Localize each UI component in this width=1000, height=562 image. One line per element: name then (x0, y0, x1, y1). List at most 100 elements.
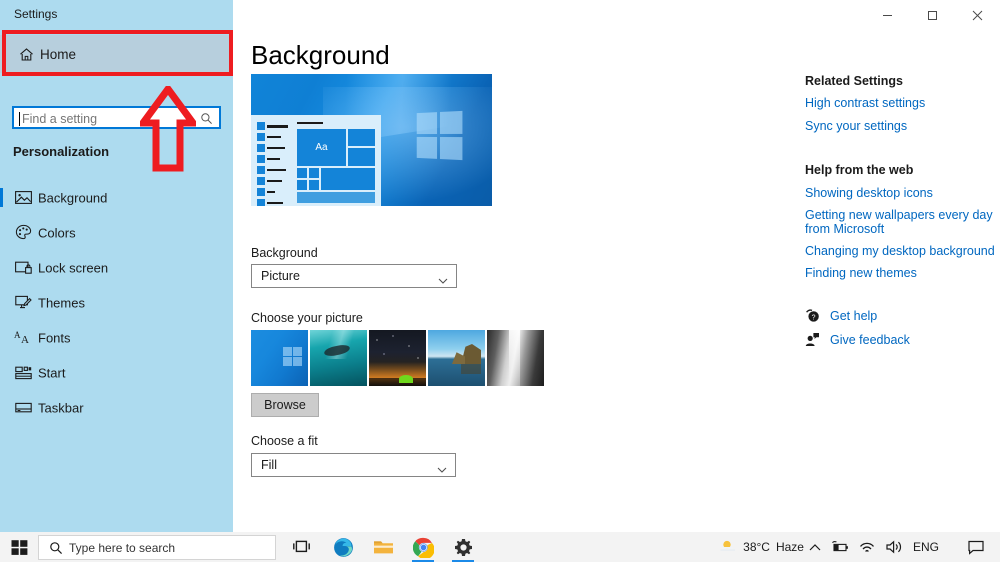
chevron-down-icon (437, 462, 447, 477)
background-preview: Aa (251, 74, 492, 206)
thumbnail-night-sky-wallpaper[interactable] (369, 330, 426, 386)
file-explorer-icon[interactable] (368, 532, 398, 562)
sidebar: Home Find a setting Personalization Back… (0, 30, 233, 532)
volume-icon[interactable] (881, 532, 908, 562)
choose-fit-label: Choose a fit (251, 434, 318, 448)
sidebar-item-background-label: Background (38, 190, 108, 205)
stars-decoration (369, 330, 426, 364)
language-indicator[interactable]: ENG (908, 532, 944, 562)
tent-shape (399, 375, 413, 383)
help-from-web-title: Help from the web (805, 163, 914, 177)
system-tray: 38°C Haze ENG (709, 532, 1000, 562)
search-caret (19, 112, 20, 126)
sidebar-section-title: Personalization (13, 144, 110, 159)
chevron-down-icon (438, 273, 448, 288)
start-icon (14, 364, 32, 382)
maximize-restore-button[interactable] (910, 0, 955, 30)
related-settings-panel: Related Settings High contrast settings … (805, 74, 995, 347)
palette-icon (14, 224, 32, 242)
windows-logo-icon (283, 347, 302, 366)
search-icon (49, 541, 63, 558)
sidebar-item-colors-label: Colors (38, 225, 76, 240)
main-content: Background Aa Background Picture Choose … (233, 30, 1000, 532)
preview-start-menu: Aa (251, 115, 381, 206)
picture-thumbnail-list (251, 330, 544, 386)
search-icon (200, 112, 213, 125)
sidebar-item-background[interactable]: Background (0, 180, 233, 215)
taskbar: Type here to search 38°C Haze ENG (0, 532, 1000, 562)
show-hidden-icons-button[interactable] (804, 532, 826, 562)
google-chrome-icon[interactable] (408, 532, 438, 562)
tray-weather-condition: Haze (775, 540, 804, 554)
svg-text:?: ? (812, 314, 816, 321)
start-button[interactable] (0, 532, 38, 562)
link-high-contrast-settings[interactable]: High contrast settings (805, 96, 995, 110)
minimize-button[interactable] (865, 0, 910, 30)
preview-tile-aa: Aa (297, 129, 346, 166)
sidebar-item-start[interactable]: Start (0, 355, 233, 390)
link-getting-new-wallpapers[interactable]: Getting new wallpapers every day from Mi… (805, 208, 995, 236)
sidebar-item-themes-label: Themes (38, 295, 85, 310)
search-placeholder: Find a setting (22, 112, 98, 126)
browse-button[interactable]: Browse (251, 393, 319, 417)
tray-temperature: 38°C (743, 540, 770, 554)
background-type-dropdown[interactable]: Picture (251, 264, 457, 288)
link-get-help[interactable]: Get help (830, 309, 877, 323)
weather-widget[interactable]: 38°C Haze (709, 538, 804, 557)
settings-window: Settings Home Find a setting Personaliza… (0, 0, 1000, 562)
taskbar-app-icons (288, 532, 478, 562)
thumbnail-grayscale-cliff-wallpaper[interactable] (487, 330, 544, 386)
weather-sun-icon (719, 538, 737, 557)
thumbnail-windows-hero-wallpaper[interactable] (251, 330, 308, 386)
link-showing-desktop-icons[interactable]: Showing desktop icons (805, 186, 995, 200)
get-help-row[interactable]: ? Get help (805, 308, 995, 323)
link-finding-new-themes[interactable]: Finding new themes (805, 266, 995, 280)
sidebar-item-colors[interactable]: Colors (0, 215, 233, 250)
window-controls (865, 0, 1000, 30)
sidebar-item-taskbar-label: Taskbar (38, 400, 84, 415)
annotation-arrow-up (136, 83, 200, 172)
background-type-value: Picture (261, 269, 300, 283)
lock-screen-icon (14, 259, 32, 277)
image-icon (14, 189, 32, 207)
sidebar-item-home[interactable]: Home (0, 35, 233, 73)
horizon-glow (369, 362, 426, 378)
sidebar-nav-list: Background Colors Lock screen Themes A A… (0, 180, 233, 425)
taskbar-search-placeholder: Type here to search (69, 541, 176, 555)
thumbnail-coastal-rocks-wallpaper[interactable] (428, 330, 485, 386)
link-give-feedback[interactable]: Give feedback (830, 333, 910, 347)
link-changing-desktop-background[interactable]: Changing my desktop background (805, 244, 995, 258)
preview-app-list (257, 122, 290, 206)
related-settings-title: Related Settings (805, 74, 903, 88)
windows-logo-icon (416, 110, 463, 161)
sidebar-item-lock-screen[interactable]: Lock screen (0, 250, 233, 285)
wifi-icon[interactable] (854, 532, 881, 562)
sidebar-item-taskbar[interactable]: Taskbar (0, 390, 233, 425)
notification-center-icon[interactable] (944, 532, 1000, 562)
preview-tiles-header (297, 122, 323, 124)
themes-icon (14, 294, 32, 312)
fit-value: Fill (261, 458, 277, 472)
taskbar-search-input[interactable]: Type here to search (38, 535, 276, 560)
feedback-person-icon (805, 332, 820, 347)
give-feedback-row[interactable]: Give feedback (805, 332, 995, 347)
task-view-icon[interactable] (288, 532, 318, 562)
settings-icon[interactable] (448, 532, 478, 562)
link-sync-your-settings[interactable]: Sync your settings (805, 119, 995, 133)
sidebar-item-fonts[interactable]: A A Fonts (0, 320, 233, 355)
title-bar: Settings (0, 0, 1000, 30)
taskbar-icon (14, 399, 32, 417)
sidebar-item-themes[interactable]: Themes (0, 285, 233, 320)
battery-icon[interactable] (826, 532, 854, 562)
sidebar-item-lock-screen-label: Lock screen (38, 260, 109, 275)
window-title: Settings (14, 7, 58, 21)
close-button[interactable] (955, 0, 1000, 30)
sidebar-item-fonts-label: Fonts (38, 330, 71, 345)
svg-text:A: A (21, 334, 29, 346)
microsoft-edge-icon[interactable] (328, 532, 358, 562)
thumbnail-underwater-wallpaper[interactable] (310, 330, 367, 386)
svg-text:A: A (14, 330, 21, 340)
choose-picture-label: Choose your picture (251, 311, 363, 325)
preview-tile-grid: Aa (297, 129, 375, 203)
fit-dropdown[interactable]: Fill (251, 453, 456, 477)
